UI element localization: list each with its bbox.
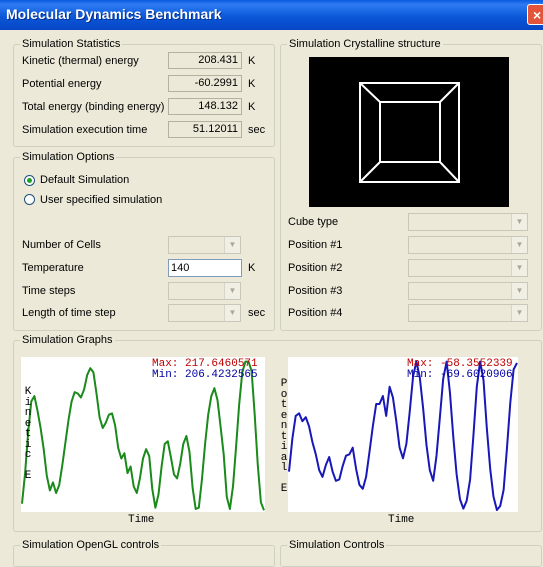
window-title: Molecular Dynamics Benchmark: [6, 6, 222, 22]
position-1-label: Position #1: [288, 239, 343, 251]
controls-group: Simulation Controls: [280, 539, 542, 567]
position-4-combo[interactable]: ▼: [408, 304, 528, 322]
timesteps-combo[interactable]: ▼: [168, 282, 241, 300]
chevron-down-icon[interactable]: ▼: [511, 283, 527, 299]
length-combo[interactable]: ▼: [168, 304, 241, 322]
potential-xlabel: Time: [388, 514, 415, 526]
potential-ylabel-char: l: [280, 462, 288, 474]
title-bar: Molecular Dynamics Benchmark ×: [0, 0, 543, 30]
options-legend: Simulation Options: [20, 151, 117, 163]
user-simulation-label[interactable]: User specified simulation: [40, 194, 162, 206]
position-4-label: Position #4: [288, 307, 343, 319]
potential-value: -60.2991: [168, 75, 242, 92]
temperature-input[interactable]: 140: [168, 259, 242, 277]
kinetic-ylabel-char: c: [24, 449, 32, 461]
crystal-legend: Simulation Crystalline structure: [287, 38, 443, 50]
close-button[interactable]: ×: [527, 4, 543, 25]
default-simulation-radio[interactable]: [24, 175, 35, 186]
potential-ylabel-char: E: [280, 483, 288, 495]
potential-unit: K: [248, 78, 256, 90]
stats-legend: Simulation Statistics: [20, 38, 123, 50]
series-line: [288, 360, 518, 511]
cells-label: Number of Cells: [22, 239, 101, 251]
cube-type-label: Cube type: [288, 216, 339, 228]
potential-label: Potential energy: [22, 78, 102, 90]
length-label: Length of time step: [22, 307, 116, 319]
kinetic-value: 208.431: [168, 52, 242, 69]
kinetic-ylabel: KineticE: [23, 387, 33, 482]
kinetic-min: Min: 206.4232565: [152, 369, 258, 381]
cube-wireframe: [359, 82, 460, 183]
potential-ylabel-char: n: [280, 420, 288, 432]
total-unit: K: [248, 101, 256, 113]
timesteps-label: Time steps: [22, 285, 76, 297]
position-2-combo[interactable]: ▼: [408, 259, 528, 277]
kinetic-ylabel-char: K: [24, 386, 32, 398]
temperature-unit: K: [248, 262, 256, 274]
length-unit: sec: [248, 307, 266, 319]
exec-time-label: Simulation execution time: [22, 124, 148, 136]
potential-ylabel-char: t: [280, 399, 288, 411]
default-simulation-label[interactable]: Default Simulation: [40, 174, 129, 186]
opengl-legend: Simulation OpenGL controls: [20, 539, 162, 551]
cube-type-combo[interactable]: ▼: [408, 213, 528, 231]
total-value: 148.132: [168, 98, 242, 115]
user-simulation-radio[interactable]: [24, 194, 35, 205]
kinetic-graph: KineticE Max: 217.6460571 Min: 206.42325…: [21, 357, 265, 512]
exec-time-value: 51.12011: [168, 121, 242, 138]
kinetic-ylabel-char: E: [24, 470, 32, 482]
potential-ylabel: PotentialE: [279, 379, 289, 495]
chevron-down-icon[interactable]: ▼: [511, 237, 527, 253]
temperature-label: Temperature: [22, 262, 84, 274]
total-label: Total energy (binding energy): [22, 101, 165, 113]
kinetic-xlabel: Time: [128, 514, 155, 526]
kinetic-label: Kinetic (thermal) energy: [22, 55, 139, 67]
position-1-combo[interactable]: ▼: [408, 236, 528, 254]
kinetic-ylabel-char: n: [24, 407, 32, 419]
position-3-label: Position #3: [288, 285, 343, 297]
chevron-down-icon[interactable]: ▼: [511, 305, 527, 321]
kinetic-ylabel-char: t: [24, 428, 32, 440]
potential-min: Min: -69.6020906: [407, 369, 513, 381]
chevron-down-icon[interactable]: ▼: [511, 260, 527, 276]
position-2-label: Position #2: [288, 262, 343, 274]
radio-dot: [27, 178, 32, 183]
graphs-legend: Simulation Graphs: [20, 334, 115, 346]
potential-graph: PotentialE Max: -58.3552339 Min: -69.602…: [281, 357, 518, 512]
crystal-view: [309, 57, 509, 207]
opengl-group: Simulation OpenGL controls: [13, 539, 275, 567]
chevron-down-icon[interactable]: ▼: [511, 214, 527, 230]
cells-combo[interactable]: ▼: [168, 236, 241, 254]
chevron-down-icon[interactable]: ▼: [224, 283, 240, 299]
chevron-down-icon[interactable]: ▼: [224, 237, 240, 253]
exec-time-unit: sec: [248, 124, 266, 136]
series-line: [21, 360, 265, 511]
position-3-combo[interactable]: ▼: [408, 282, 528, 300]
controls-legend: Simulation Controls: [287, 539, 387, 551]
potential-ylabel-char: i: [280, 441, 288, 453]
kinetic-unit: K: [248, 55, 256, 67]
potential-ylabel-char: P: [280, 378, 288, 390]
chevron-down-icon[interactable]: ▼: [224, 305, 240, 321]
